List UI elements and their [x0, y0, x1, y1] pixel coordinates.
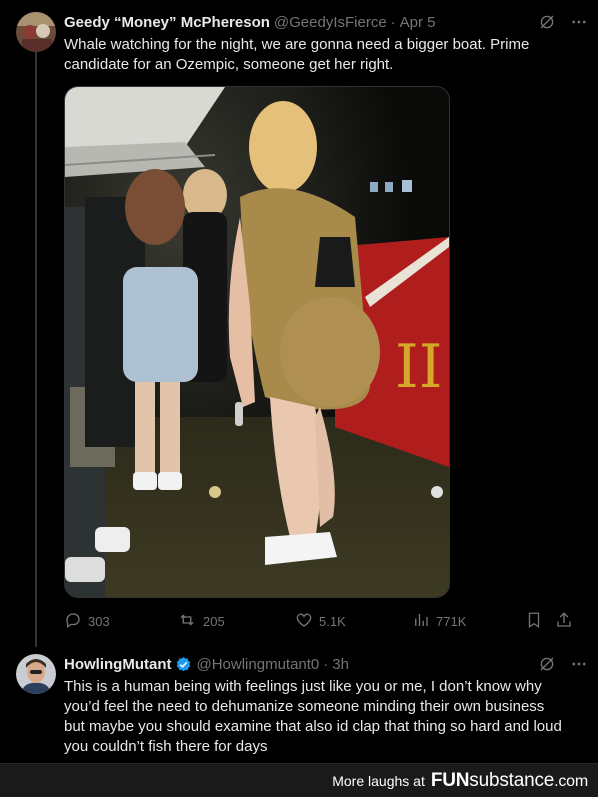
user-handle[interactable]: @GeedyIsFierce [274, 14, 387, 31]
user-handle[interactable]: @Howlingmutant0 [196, 656, 319, 673]
more-icon[interactable] [570, 13, 588, 31]
brand-fun: FUN [430, 769, 470, 791]
brand-sub: substance [469, 769, 555, 791]
verified-badge-icon [175, 656, 192, 673]
more-icon[interactable] [570, 655, 588, 673]
timestamp[interactable]: Apr 5 [400, 14, 436, 31]
view-count: 771K [436, 613, 467, 629]
bookmark-button[interactable] [525, 611, 555, 632]
repost-icon [177, 611, 197, 632]
banner-sign: II [395, 332, 442, 402]
avatar[interactable] [16, 654, 56, 694]
reply-count: 303 [88, 613, 110, 629]
tweet-actions-bar: 303 205 5.1K 771K [64, 610, 584, 632]
like-icon [295, 611, 313, 632]
like-button[interactable]: 5.1K [295, 611, 412, 632]
display-name[interactable]: Geedy “Money” McPhereson [64, 14, 270, 31]
display-name[interactable]: HowlingMutant [64, 656, 171, 673]
grok-icon[interactable] [538, 13, 556, 31]
views-button[interactable]: 771K [412, 611, 525, 632]
tweet-text: This is a human being with feelings just… [64, 678, 562, 755]
brand-tld: .com [554, 772, 588, 790]
repost-count: 205 [203, 613, 225, 629]
bookmark-icon [525, 611, 543, 632]
reply-button[interactable]: 303 [64, 611, 177, 632]
like-count: 5.1K [319, 613, 346, 629]
avatar[interactable] [16, 12, 56, 52]
reply-icon [64, 611, 82, 632]
separator-dot: · [390, 13, 396, 31]
tweet-photo[interactable]: II [64, 86, 450, 598]
reply-tweet: HowlingMutant @Howlingmutant0 · 3h This … [0, 645, 598, 763]
funsubstance-logo[interactable]: FUNsubstance.com [431, 770, 588, 792]
timestamp[interactable]: 3h [332, 656, 349, 673]
footer-more-label: More laughs at [332, 772, 425, 789]
views-icon [412, 611, 430, 632]
original-tweet: Geedy “Money” McPhereson @GeedyIsFierce … [0, 0, 598, 645]
share-button[interactable] [555, 611, 579, 632]
repost-button[interactable]: 205 [177, 611, 295, 632]
share-icon [555, 611, 573, 632]
separator-dot: · [323, 655, 329, 673]
watermark-footer: More laughs at FUNsubstance.com [0, 763, 598, 797]
tweet-text: Whale watching for the night, we are gon… [64, 36, 530, 73]
grok-icon[interactable] [538, 655, 556, 673]
